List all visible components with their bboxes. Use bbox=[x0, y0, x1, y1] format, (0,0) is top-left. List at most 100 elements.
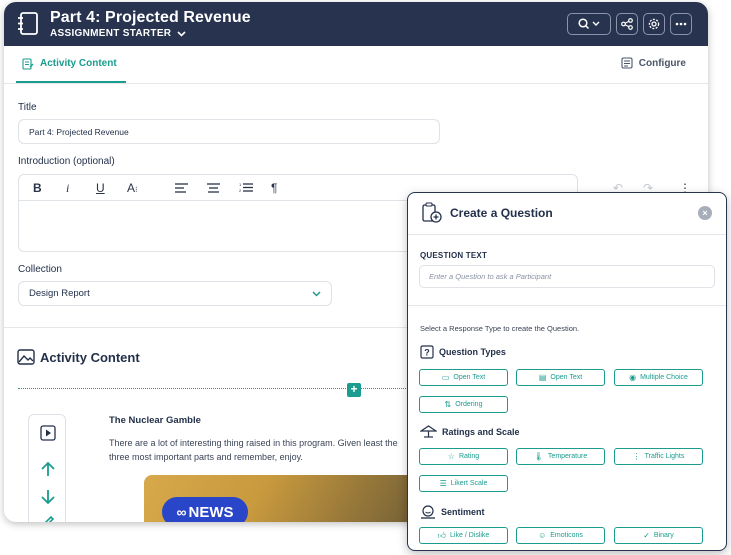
gear-icon bbox=[648, 18, 660, 30]
tab-bar: Activity Content Configure bbox=[4, 46, 708, 84]
question-text-input[interactable]: Enter a Question to ask a Participant bbox=[419, 265, 715, 288]
tab-activity-content[interactable]: Activity Content bbox=[16, 46, 126, 83]
create-question-modal: Create a Question × QUESTION TEXT Enter … bbox=[407, 192, 727, 551]
underline-button[interactable]: U bbox=[96, 181, 105, 195]
likert-scale-chip[interactable]: ☰ Likert Scale bbox=[419, 475, 508, 492]
sentiment-label: Sentiment bbox=[441, 507, 485, 517]
multiple-choice-chip[interactable]: ◉ Multiple Choice bbox=[614, 369, 703, 386]
svg-text:1: 1 bbox=[239, 182, 242, 187]
chip-label: Temperature bbox=[547, 453, 588, 460]
ratings-group: Ratings and Scale bbox=[420, 425, 520, 438]
more-icon bbox=[675, 22, 687, 26]
question-add-icon bbox=[421, 202, 443, 224]
chip-label: Ordering bbox=[455, 401, 483, 408]
title-input[interactable]: Part 4: Projected Revenue bbox=[18, 119, 440, 144]
chip-label: Binary bbox=[653, 532, 674, 539]
pencil-icon[interactable] bbox=[42, 515, 54, 522]
emoticon-icon: ☺ bbox=[538, 531, 547, 540]
edit-doc-icon bbox=[22, 57, 34, 70]
like-dislike-icon: 👍︎ bbox=[437, 530, 447, 540]
collection-select[interactable]: Design Report bbox=[18, 281, 332, 306]
chip-label: Emoticons bbox=[550, 532, 583, 539]
search-button[interactable] bbox=[567, 13, 611, 35]
radio-icon: ◉ bbox=[629, 373, 637, 382]
response-type-hint: Select a Response Type to create the Que… bbox=[420, 324, 580, 333]
search-icon bbox=[578, 18, 600, 30]
close-icon[interactable]: × bbox=[698, 206, 712, 220]
news-badge: ∞ NEWS bbox=[162, 497, 248, 522]
assignment-type-dropdown[interactable]: ASSIGNMENT STARTER bbox=[50, 28, 186, 39]
font-size-button[interactable]: A⁝ bbox=[127, 181, 138, 195]
question-icon: ? bbox=[420, 345, 434, 359]
video-icon[interactable] bbox=[40, 425, 56, 441]
binary-chip[interactable]: ✓ Binary bbox=[614, 527, 703, 544]
thermometer-icon: 🌡︎ bbox=[533, 452, 544, 461]
news-badge-label: NEWS bbox=[188, 503, 234, 521]
arrow-down-icon[interactable] bbox=[41, 489, 55, 505]
italic-button[interactable]: i bbox=[66, 181, 69, 196]
notebook-icon bbox=[16, 11, 40, 37]
activity-content-heading: Activity Content bbox=[40, 350, 140, 365]
assignment-type-label: ASSIGNMENT STARTER bbox=[50, 28, 172, 39]
chip-label: Rating bbox=[458, 453, 480, 460]
svg-text:2: 2 bbox=[239, 188, 242, 193]
chevron-down-icon bbox=[177, 30, 186, 37]
open-text-short-chip[interactable]: ▭ Open Text bbox=[419, 369, 508, 386]
list-icon: ☰ bbox=[439, 479, 447, 488]
share-button[interactable] bbox=[616, 13, 638, 35]
ratings-scale-icon bbox=[420, 425, 437, 438]
traffic-light-icon: ⋮ bbox=[632, 452, 641, 461]
title-label: Title bbox=[18, 102, 37, 113]
paragraph-button[interactable]: ¶ bbox=[271, 181, 277, 195]
text-area-icon: ▤ bbox=[538, 373, 547, 382]
chip-label: Open Text bbox=[453, 374, 486, 381]
chip-label: Multiple Choice bbox=[640, 374, 688, 381]
settings-button[interactable] bbox=[643, 13, 665, 35]
more-options-button[interactable] bbox=[670, 13, 692, 35]
chip-label: Open Text bbox=[550, 374, 583, 381]
chip-label: Like / Dislike bbox=[450, 532, 490, 539]
align-center-icon[interactable] bbox=[207, 183, 220, 193]
text-field-icon: ▭ bbox=[441, 373, 450, 382]
font-size-label: A bbox=[127, 181, 136, 195]
page-title: Part 4: Projected Revenue bbox=[50, 9, 251, 26]
bold-button[interactable]: B bbox=[33, 181, 42, 195]
ordered-list-icon[interactable]: 12 bbox=[239, 182, 253, 193]
chip-label: Likert Scale bbox=[450, 480, 488, 487]
tab-activity-label: Activity Content bbox=[40, 58, 117, 69]
emoticons-chip[interactable]: ☺ Emoticons bbox=[516, 527, 605, 544]
temperature-chip[interactable]: 🌡︎ Temperature bbox=[516, 448, 605, 465]
collection-label: Collection bbox=[18, 264, 62, 275]
sentiment-icon bbox=[420, 505, 436, 519]
top-bar: Part 4: Projected Revenue ASSIGNMENT STA… bbox=[4, 2, 708, 46]
modal-divider bbox=[408, 305, 726, 306]
add-block-button[interactable]: + bbox=[347, 383, 361, 397]
introduction-label: Introduction (optional) bbox=[18, 156, 115, 167]
video-thumbnail[interactable]: ∞ NEWS bbox=[144, 475, 424, 522]
modal-header: Create a Question × bbox=[408, 193, 726, 235]
tab-configure-label: Configure bbox=[638, 57, 686, 69]
activity-heading: The Nuclear Gamble bbox=[109, 415, 201, 426]
sentiment-group: Sentiment bbox=[420, 505, 485, 519]
svg-text:?: ? bbox=[424, 348, 430, 358]
rating-chip[interactable]: ☆ Rating bbox=[419, 448, 508, 465]
ratings-label: Ratings and Scale bbox=[442, 426, 520, 437]
ordering-icon: ⇅ bbox=[444, 400, 452, 409]
question-types-label: Question Types bbox=[439, 347, 506, 357]
image-icon bbox=[17, 349, 35, 365]
open-text-long-chip[interactable]: ▤ Open Text bbox=[516, 369, 605, 386]
traffic-lights-chip[interactable]: ⋮ Traffic Lights bbox=[614, 448, 703, 465]
share-icon bbox=[621, 18, 633, 30]
chevron-down-icon bbox=[312, 291, 321, 297]
star-icon: ☆ bbox=[447, 452, 455, 461]
block-tools bbox=[28, 414, 66, 522]
arrow-up-icon[interactable] bbox=[41, 461, 55, 477]
modal-title: Create a Question bbox=[450, 206, 553, 220]
activity-body: There are a lot of interesting thing rai… bbox=[109, 438, 398, 462]
tab-configure[interactable]: Configure bbox=[621, 57, 686, 69]
ordering-chip[interactable]: ⇅ Ordering bbox=[419, 396, 508, 413]
collection-value: Design Report bbox=[29, 288, 90, 299]
like-dislike-chip[interactable]: 👍︎ Like / Dislike bbox=[419, 527, 508, 544]
question-text-label: QUESTION TEXT bbox=[420, 251, 488, 260]
align-left-icon[interactable] bbox=[175, 183, 188, 193]
